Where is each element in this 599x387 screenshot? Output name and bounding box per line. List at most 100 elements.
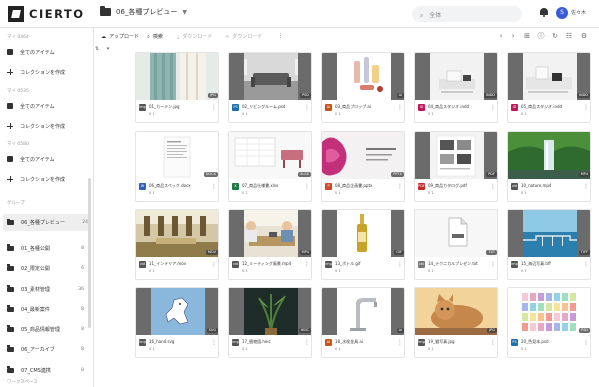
avatar[interactable]: S: [556, 7, 568, 19]
asset-name[interactable]: 02_リビングルーム.psd: [242, 104, 300, 110]
asset-thumbnail[interactable]: DOCX: [136, 132, 218, 179]
info-icon[interactable]: ⓘ: [537, 32, 545, 40]
more-options-icon[interactable]: ⋮: [304, 104, 310, 111]
asset-thumbnail[interactable]: TIFF: [508, 210, 590, 257]
asset-card[interactable]: MOV vid 11_インテリア.mov 0 1 ⋮: [135, 209, 219, 280]
asset-card[interactable]: PSD PS 02_リビングルーム.psd 0 1 ⋮: [228, 52, 312, 123]
asset-card[interactable]: GIF img 13_ボトル.gif 0 1 ⋮: [321, 209, 405, 280]
asset-card[interactable]: PPTX P 08_商品企画書.pptx 0 1 ⋮: [321, 131, 405, 202]
asset-card[interactable]: JPG img 01_カーテン.jpg 0 1 ⋮: [135, 52, 219, 123]
sidebar-folder[interactable]: 02_限定公開 6: [7, 262, 87, 274]
asset-card[interactable]: PSD PS 20_色見本.psd 0 1 ⋮: [507, 287, 591, 358]
asset-name[interactable]: 04_商品スタジオ.indd: [428, 104, 486, 110]
asset-name[interactable]: 18_水栓金具.ai: [335, 339, 393, 345]
asset-name[interactable]: 01_カーテン.jpg: [149, 104, 207, 110]
more-options-icon[interactable]: ⋮: [583, 183, 589, 190]
asset-name[interactable]: 19_猫写真.jpg: [428, 339, 486, 345]
asset-name[interactable]: 17_植物園.heic: [242, 339, 300, 345]
asset-card[interactable]: HEIC img 17_植物園.heic 0 1 ⋮: [228, 287, 312, 358]
sidebar-item-create-collection[interactable]: コレクションを作成: [7, 120, 87, 132]
sidebar-folder[interactable]: 06_アーカイブ 8: [7, 343, 87, 355]
asset-card[interactable]: MP4 vid 10_nature.mp4 0 1 ⋮: [507, 131, 591, 202]
bell-icon[interactable]: [540, 7, 548, 17]
chevron-right-icon[interactable]: ›: [509, 32, 517, 40]
share-button[interactable]: ⋖ ダウンロード: [225, 33, 262, 41]
asset-name[interactable]: 08_商品企画書.pptx: [335, 183, 393, 189]
more-options-icon[interactable]: ⋮: [304, 183, 310, 190]
download-button[interactable]: ⤓ ダウンロード: [177, 33, 212, 41]
asset-card[interactable]: JPG img 19_猫写真.jpg 0 1 ⋮: [414, 287, 498, 358]
sidebar-item-all-items[interactable]: 全てのアイテム: [7, 46, 87, 58]
asset-card[interactable]: TXT txt 14_テクニカルプレゼン.txt 0 1 ⋮: [414, 209, 498, 280]
user-name[interactable]: 佐々木: [571, 9, 586, 16]
asset-name[interactable]: 14_テクニカルプレゼン.txt: [428, 261, 486, 267]
more-options-icon[interactable]: ⋮: [211, 183, 217, 190]
asset-thumbnail[interactable]: PDF: [415, 132, 497, 179]
sidebar-folder[interactable]: 04_最新案件 8: [7, 303, 87, 315]
search-input[interactable]: ⌕ 全体: [412, 6, 522, 22]
sidebar-item-all-items[interactable]: 全てのアイテム: [7, 100, 87, 112]
asset-thumbnail[interactable]: PSD: [508, 288, 590, 335]
more-options-icon[interactable]: ⋮: [490, 261, 496, 268]
asset-card[interactable]: DOCX W 06_商品スペック.docx 0 1 ⋮: [135, 131, 219, 202]
search-button[interactable]: ⌕ 検索: [147, 33, 163, 41]
sidebar-item-all-items[interactable]: 全てのアイテム: [7, 153, 87, 165]
asset-name[interactable]: 15_海辺写真.tiff: [521, 261, 579, 267]
sidebar-folder[interactable]: 01_各種公開 8: [7, 242, 87, 254]
sidebar-folder-active[interactable]: 06_各種プレビュー 24: [3, 214, 91, 231]
asset-name[interactable]: 20_色見本.psd: [521, 339, 579, 345]
breadcrumb[interactable]: 06_各種プレビュー ▼: [100, 6, 187, 17]
asset-name[interactable]: 11_インテリア.mov: [149, 261, 207, 267]
asset-thumbnail[interactable]: GIF: [322, 210, 404, 257]
asset-card[interactable]: INDD ID 05_商品スタジオ.indd 0 1 ⋮: [507, 52, 591, 123]
more-options-icon[interactable]: ⋮: [397, 339, 403, 346]
sidebar-folder[interactable]: 03_素材管理 36: [7, 283, 87, 295]
more-options-icon[interactable]: ⋮: [397, 261, 403, 268]
sidebar-item-create-collection[interactable]: コレクションを作成: [7, 173, 87, 185]
more-menu-button[interactable]: ⋮: [278, 33, 283, 39]
asset-thumbnail[interactable]: JPG: [415, 288, 497, 335]
asset-name[interactable]: 12_ミーティング風景.mp4: [242, 261, 300, 267]
more-options-icon[interactable]: ⋮: [304, 261, 310, 268]
sidebar-item-create-collection[interactable]: コレクションを作成: [7, 66, 87, 78]
more-options-icon[interactable]: ⋮: [211, 261, 217, 268]
sort-controls[interactable]: ⇅ ▾: [95, 46, 135, 56]
refresh-icon[interactable]: ↻: [551, 32, 559, 40]
asset-thumbnail[interactable]: SVG: [136, 288, 218, 335]
more-options-icon[interactable]: ⋮: [583, 339, 589, 346]
asset-name[interactable]: 03_商品プロップ.ai: [335, 104, 393, 110]
asset-card[interactable]: SVG img 16_hand.svg 0 1 ⋮: [135, 287, 219, 358]
upload-button[interactable]: ☁ アップロード: [101, 33, 139, 41]
more-options-icon[interactable]: ⋮: [211, 339, 217, 346]
asset-name[interactable]: 06_商品スペック.docx: [149, 183, 207, 189]
asset-thumbnail[interactable]: TXT: [415, 210, 497, 257]
asset-card[interactable]: AI AI 03_商品プロップ.ai 0 1 ⋮: [321, 52, 405, 123]
more-options-icon[interactable]: ⋮: [490, 104, 496, 111]
asset-thumbnail[interactable]: HEIC: [229, 288, 311, 335]
grid-view-icon[interactable]: ⊞: [523, 32, 531, 40]
chevron-left-icon[interactable]: ‹: [497, 32, 505, 40]
asset-card[interactable]: MP4 vid 12_ミーティング風景.mp4 0 1 ⋮: [228, 209, 312, 280]
gear-icon[interactable]: ⚙: [580, 32, 588, 40]
more-options-icon[interactable]: ⋮: [211, 104, 217, 111]
sidebar-folder[interactable]: 05_商品情報管理 8: [7, 323, 87, 335]
asset-card[interactable]: TIFF img 15_海辺写真.tiff 0 1 ⋮: [507, 209, 591, 280]
asset-card[interactable]: INDD ID 04_商品スタジオ.indd 0 1 ⋮: [414, 52, 498, 123]
asset-name[interactable]: 09_商品カタログ.pdf: [428, 183, 486, 189]
asset-thumbnail[interactable]: MP4: [229, 210, 311, 257]
asset-card[interactable]: XLSX X 07_商品仕様書.xlsx 0 1 ⋮: [228, 131, 312, 202]
asset-thumbnail[interactable]: PPTX: [322, 132, 404, 179]
asset-thumbnail[interactable]: JPG: [136, 53, 218, 100]
asset-name[interactable]: 13_ボトル.gif: [335, 261, 393, 267]
asset-thumbnail[interactable]: AI: [322, 53, 404, 100]
asset-card[interactable]: PDF PDF 09_商品カタログ.pdf 0 1 ⋮: [414, 131, 498, 202]
asset-thumbnail[interactable]: MOV: [136, 210, 218, 257]
asset-thumbnail[interactable]: INDD: [415, 53, 497, 100]
more-options-icon[interactable]: ⋮: [583, 104, 589, 111]
more-options-icon[interactable]: ⋮: [490, 339, 496, 346]
more-options-icon[interactable]: ⋮: [583, 261, 589, 268]
asset-thumbnail[interactable]: AI: [322, 288, 404, 335]
more-options-icon[interactable]: ⋮: [304, 339, 310, 346]
asset-card[interactable]: AI AI 18_水栓金具.ai 0 1 ⋮: [321, 287, 405, 358]
asset-thumbnail[interactable]: PSD: [229, 53, 311, 100]
